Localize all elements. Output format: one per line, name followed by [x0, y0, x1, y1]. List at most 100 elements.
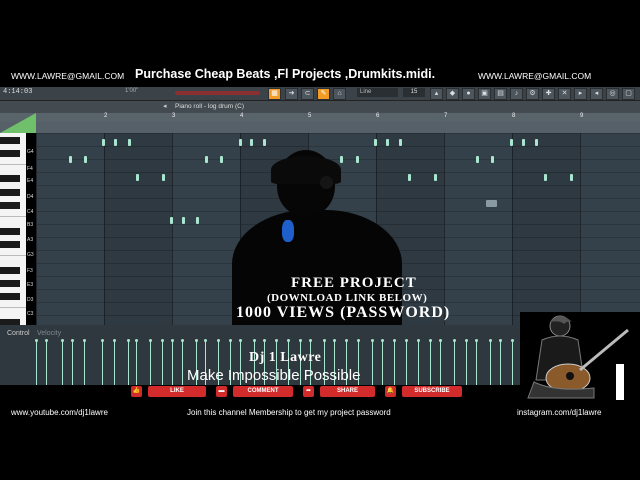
midi-note[interactable]	[476, 156, 479, 163]
midi-note[interactable]	[170, 217, 173, 224]
tool-icon-6[interactable]: ♪	[510, 88, 523, 100]
bell-icon[interactable]: 🔔	[385, 386, 396, 397]
banner-promo: Purchase Cheap Beats ,Fl Projects ,Drumk…	[135, 67, 436, 81]
subscribe-button[interactable]: SUBSCRIBE	[402, 386, 462, 397]
velocity-bar	[35, 339, 38, 385]
control-label: Control	[7, 330, 30, 337]
bar-label: 2	[104, 113, 108, 119]
midi-note[interactable]	[239, 139, 242, 146]
tool-icon-13[interactable]: ▢	[622, 88, 635, 100]
like-button[interactable]: LIKE	[148, 386, 206, 397]
brand-name: Dj 1 Lawre	[249, 350, 322, 365]
piano-roll-icon[interactable]: ◂	[163, 102, 167, 110]
note-label: C3	[27, 311, 34, 317]
control-param[interactable]: Velocity	[37, 330, 61, 337]
youtube-link[interactable]: www.youtube.com/dj1lawre	[11, 408, 108, 417]
tool-icon-4[interactable]: ▣	[478, 88, 491, 100]
tool-icon-1[interactable]: ▴	[430, 88, 443, 100]
bar-ruler[interactable]: 2 3 4 5 6 7 8 9	[0, 113, 640, 122]
tool-icon-3[interactable]: ●	[462, 88, 475, 100]
mixer-icon[interactable]: ▦	[268, 88, 281, 100]
midi-note[interactable]	[220, 156, 223, 163]
midi-note[interactable]	[84, 156, 87, 163]
midi-note[interactable]	[136, 174, 139, 181]
comment-button[interactable]: COMMENT	[233, 386, 293, 397]
magnet-icon[interactable]: ⊂	[301, 88, 314, 100]
midi-note[interactable]	[182, 217, 185, 224]
midi-note[interactable]	[535, 139, 538, 146]
banner-email-right: WWW.LAWRE@GMAIL.COM	[478, 71, 592, 81]
midi-note[interactable]	[386, 139, 389, 146]
midi-note[interactable]	[399, 139, 402, 146]
midi-note[interactable]	[102, 139, 105, 146]
note-label: G3	[27, 252, 34, 258]
velocity-bar	[127, 339, 130, 385]
tool-icon-11[interactable]: ◂	[590, 88, 603, 100]
tool-icon-7[interactable]: ⚙	[526, 88, 539, 100]
tool-icon-5[interactable]: ▤	[494, 88, 507, 100]
bar-label: 7	[444, 113, 448, 119]
stamp-icon[interactable]: ⌂	[333, 88, 346, 100]
tool-icon-12[interactable]: ◎	[606, 88, 619, 100]
bar-label: 8	[512, 113, 516, 119]
velocity-bar	[135, 339, 138, 385]
overlay-download-link: (DOWNLOAD LINK BELOW)	[267, 292, 428, 304]
velocity-bar	[489, 339, 492, 385]
midi-note[interactable]	[510, 139, 513, 146]
midi-note[interactable]	[522, 139, 525, 146]
velocity-bar	[439, 339, 442, 385]
midi-note[interactable]	[69, 156, 72, 163]
midi-note[interactable]	[374, 139, 377, 146]
midi-note[interactable]	[196, 217, 199, 224]
tool-icon-10[interactable]: ▸	[574, 88, 587, 100]
tool-icon-9[interactable]: ✕	[558, 88, 571, 100]
velocity-bar	[453, 339, 456, 385]
velocity-bar	[113, 339, 116, 385]
midi-note[interactable]	[544, 174, 547, 181]
share-button[interactable]: SHARE	[320, 386, 375, 397]
midi-note[interactable]	[250, 139, 253, 146]
tool-icon-2[interactable]: ◆	[446, 88, 459, 100]
velocity-bar	[465, 339, 468, 385]
tool-icon-8[interactable]: ✚	[542, 88, 555, 100]
midi-note[interactable]	[491, 156, 494, 163]
velocity-bar	[161, 339, 164, 385]
note-label: C4	[27, 209, 34, 215]
instagram-link[interactable]: instagram.com/dj1lawre	[517, 408, 601, 417]
midi-note[interactable]	[434, 174, 437, 181]
step-value[interactable]: 15	[403, 88, 425, 97]
song-position: 1'00"	[125, 88, 139, 94]
velocity-bar	[83, 339, 86, 385]
pencil-icon[interactable]: ✎	[317, 88, 330, 100]
midi-note[interactable]	[570, 174, 573, 181]
master-pitch-slider[interactable]	[175, 91, 260, 95]
piano-keyboard[interactable]	[0, 133, 26, 326]
headphone-icon	[320, 176, 333, 189]
velocity-bar	[381, 339, 384, 385]
midi-note[interactable]	[263, 139, 266, 146]
note-label: G4	[27, 149, 34, 155]
midi-note[interactable]	[205, 156, 208, 163]
velocity-bar	[475, 339, 478, 385]
footer-bar: www.youtube.com/dj1lawre Join this chann…	[0, 400, 640, 428]
note-label: F4	[27, 166, 33, 172]
comment-icon[interactable]: ▬	[216, 386, 227, 397]
song-time: 4:14:03	[3, 88, 33, 96]
midi-note[interactable]	[162, 174, 165, 181]
midi-note[interactable]	[114, 139, 117, 146]
membership-text: Join this channel Membership to get my p…	[187, 408, 391, 417]
velocity-bar	[149, 339, 152, 385]
arrow-icon[interactable]: ➜	[285, 88, 298, 100]
velocity-bar	[171, 339, 174, 385]
midi-note-selected[interactable]	[486, 200, 497, 207]
event-ruler[interactable]	[0, 122, 640, 133]
piano-roll-title: Piano roll - log drum (C)	[175, 103, 244, 110]
snap-select[interactable]: Line	[357, 88, 398, 97]
velocity-bar	[417, 339, 420, 385]
share-icon[interactable]: ➦	[303, 386, 314, 397]
note-label: B3	[27, 222, 34, 228]
midi-note[interactable]	[128, 139, 131, 146]
note-label: D4	[27, 194, 34, 200]
thumbs-up-icon[interactable]: 👍	[131, 386, 142, 397]
banner-email-left: WWW.LAWRE@GMAIL.COM	[11, 71, 125, 81]
